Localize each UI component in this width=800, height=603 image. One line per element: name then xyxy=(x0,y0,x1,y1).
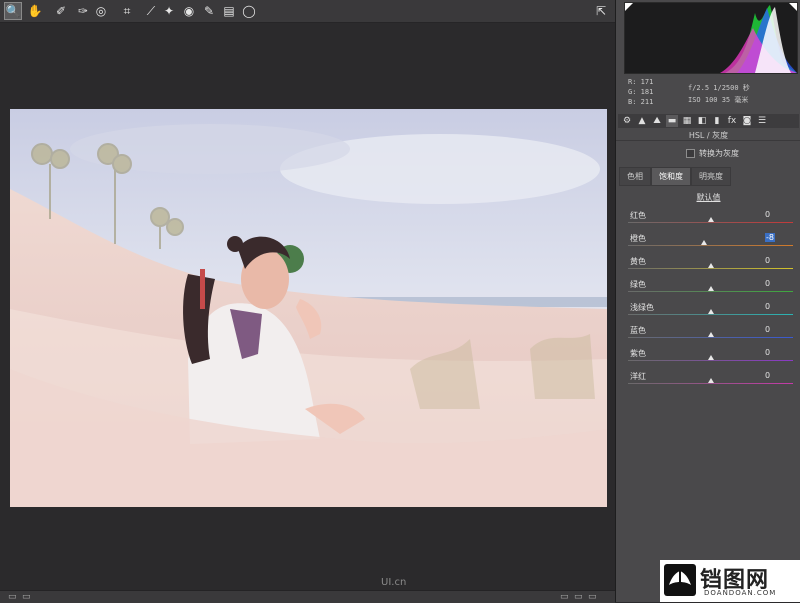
slider-value[interactable]: 0 xyxy=(765,325,775,334)
slider-thumb[interactable] xyxy=(707,355,714,360)
histogram-graph xyxy=(625,3,797,73)
slider-row: 绿色 0 xyxy=(616,279,800,302)
slider-row: 橙色 -8 xyxy=(616,233,800,256)
slider-thumb[interactable] xyxy=(707,217,714,222)
slider-row: 洋红 0 xyxy=(616,371,800,394)
slider-row: 红色 0 xyxy=(616,210,800,233)
slider-label: 橙色 xyxy=(630,234,646,243)
doandoan-watermark: 铛图网 DOANDOAN.COM xyxy=(660,560,800,602)
open-preferences-icon[interactable]: ⇱ xyxy=(592,2,610,20)
watermark-url: DOANDOAN.COM xyxy=(704,589,777,597)
green-readout: G: 181 xyxy=(628,88,654,96)
status-bar: ▭ ▭ ▭ ▭ ▭ xyxy=(0,590,615,603)
slider-label: 浅绿色 xyxy=(630,303,654,312)
slider-track[interactable] xyxy=(628,314,793,315)
book-logo-icon xyxy=(664,564,696,596)
white-balance-tool-icon[interactable]: ✐ xyxy=(52,2,70,20)
adjustment-panel: R: 171 G: 181 B: 211 f/2.5 1/2500 秒 ISO … xyxy=(615,0,800,602)
panel-tab-strip: ⚙ ▲ ⛰ ▬ ▦ ◧ ▮ fx ◙ ☰ xyxy=(618,114,799,128)
blue-readout: B: 211 xyxy=(628,98,654,106)
zoom-fit-icon[interactable]: ▭ xyxy=(574,592,583,602)
slider-thumb[interactable] xyxy=(700,240,707,245)
camera-calibration-tab-icon[interactable]: ◙ xyxy=(741,115,753,127)
tool-bar: 🔍 ✋ ✐ ✑ ◎ ⌗ ⟋ ✦ ◉ ✎ ▤ ◯ ⇱ xyxy=(0,0,615,23)
slider-thumb[interactable] xyxy=(707,332,714,337)
zoom-out-icon[interactable]: ▭ xyxy=(560,592,569,602)
slider-label: 红色 xyxy=(630,211,646,220)
photo-illustration xyxy=(10,109,607,507)
slider-value[interactable]: 0 xyxy=(765,210,775,219)
slider-thumb[interactable] xyxy=(707,378,714,383)
aperture-shutter: f/2.5 1/2500 秒 xyxy=(688,84,750,92)
slider-track[interactable] xyxy=(628,337,793,338)
default-link[interactable]: 默认值 xyxy=(616,192,800,203)
effects-tab-icon[interactable]: ▮ xyxy=(711,115,723,127)
slider-track[interactable] xyxy=(628,383,793,384)
tone-curve-tab-icon[interactable]: ▲ xyxy=(636,115,648,127)
slider-track[interactable] xyxy=(628,222,793,223)
split-toning-tab-icon[interactable]: ▦ xyxy=(681,115,693,127)
slider-track[interactable] xyxy=(628,245,793,246)
slider-thumb[interactable] xyxy=(707,286,714,291)
slider-label: 蓝色 xyxy=(630,326,646,335)
slider-row: 黄色 0 xyxy=(616,256,800,279)
slider-track[interactable] xyxy=(628,360,793,361)
slider-row: 紫色 0 xyxy=(616,348,800,371)
targeted-adjustment-tool-icon[interactable]: ◎ xyxy=(92,2,110,20)
slider-track[interactable] xyxy=(628,268,793,269)
presets-tab-icon[interactable]: ☰ xyxy=(756,115,768,127)
spot-removal-tool-icon[interactable]: ✦ xyxy=(160,2,178,20)
section-divider xyxy=(616,140,800,141)
hsl-subtabs: 色相 饱和度 明亮度 xyxy=(619,167,799,186)
slider-label: 洋红 xyxy=(630,372,646,381)
save-icon[interactable]: ▭ xyxy=(8,592,17,602)
slider-value[interactable]: 0 xyxy=(765,302,775,311)
iso-focal: ISO 100 35 毫米 xyxy=(688,96,749,104)
histogram xyxy=(624,2,798,74)
slider-value[interactable]: 0 xyxy=(765,348,775,357)
red-eye-tool-icon[interactable]: ◉ xyxy=(180,2,198,20)
fx-tab-icon[interactable]: fx xyxy=(726,115,738,127)
straighten-tool-icon[interactable]: ⟋ xyxy=(142,2,160,20)
slider-label: 紫色 xyxy=(630,349,646,358)
color-sampler-tool-icon[interactable]: ✑ xyxy=(74,2,92,20)
slider-row: 蓝色 0 xyxy=(616,325,800,348)
zoom-in-icon[interactable]: ▭ xyxy=(588,592,597,602)
slider-thumb[interactable] xyxy=(707,263,714,268)
hand-tool-icon[interactable]: ✋ xyxy=(26,2,44,20)
pixel-readout: R: 171 G: 181 B: 211 f/2.5 1/2500 秒 ISO … xyxy=(616,74,800,114)
radial-filter-icon[interactable]: ◯ xyxy=(240,2,258,20)
subtab-1[interactable]: 饱和度 xyxy=(651,167,691,186)
slider-thumb[interactable] xyxy=(707,309,714,314)
grayscale-label: 转换为灰度 xyxy=(699,149,739,158)
slider-row: 浅绿色 0 xyxy=(616,302,800,325)
lens-tab-icon[interactable]: ◧ xyxy=(696,115,708,127)
basic-tab-icon[interactable]: ⚙ xyxy=(621,115,633,127)
hsl-tab-icon[interactable]: ▬ xyxy=(666,115,678,127)
view-icon[interactable]: ▭ xyxy=(22,592,31,602)
subtab-2[interactable]: 明亮度 xyxy=(691,167,731,186)
red-readout: R: 171 xyxy=(628,78,654,86)
crop-tool-icon[interactable]: ⌗ xyxy=(118,2,136,20)
ui-cn-watermark: UI.cn xyxy=(381,577,407,588)
subtab-0[interactable]: 色相 xyxy=(619,167,651,186)
detail-tab-icon[interactable]: ⛰ xyxy=(651,115,663,127)
grayscale-checkbox[interactable] xyxy=(686,149,695,158)
slider-value[interactable]: 0 xyxy=(765,371,775,380)
slider-label: 绿色 xyxy=(630,280,646,289)
slider-label: 黄色 xyxy=(630,257,646,266)
graduated-filter-icon[interactable]: ▤ xyxy=(220,2,238,20)
slider-value[interactable]: 0 xyxy=(765,279,775,288)
grayscale-toggle[interactable]: 转换为灰度 xyxy=(686,148,739,159)
zoom-tool-icon[interactable]: 🔍 xyxy=(4,2,22,20)
adjustment-brush-icon[interactable]: ✎ xyxy=(200,2,218,20)
photo-preview[interactable] xyxy=(10,109,607,507)
slider-value[interactable]: -8 xyxy=(765,233,775,242)
slider-value[interactable]: 0 xyxy=(765,256,775,265)
slider-track[interactable] xyxy=(628,291,793,292)
